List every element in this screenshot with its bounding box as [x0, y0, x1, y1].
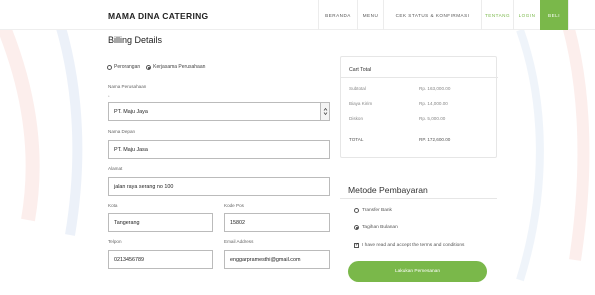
cart-subtotal-value: Rp. 163,000.00 [419, 86, 451, 91]
city-input[interactable]: Tangerang [108, 213, 213, 232]
top-navbar: MAMA DINA CATERING BERANDA MENU CEK STAT… [0, 0, 595, 30]
payment-title: Metode Pembayaran [348, 185, 428, 195]
receiver-label: Nama Depan [108, 129, 136, 134]
radio-perorangan[interactable] [107, 64, 112, 70]
cart-shipping-label: Biaya Kirim [349, 101, 373, 106]
customer-type-group: Perorangan Kerjasama Perusahaan [107, 64, 211, 70]
payment-divider [340, 198, 497, 199]
email-input[interactable]: enggarpramesthi@gmail.com [224, 250, 330, 269]
cart-discount-label: Diskon [349, 116, 364, 121]
postcode-input[interactable]: 15802 [224, 213, 330, 232]
radio-perorangan-label[interactable]: Perorangan [114, 64, 140, 70]
payment-option-monthly[interactable]: Tagihan Bulanan [354, 225, 398, 230]
address-label: Alamat [108, 166, 123, 171]
nav-spacer [568, 0, 595, 30]
place-order-button[interactable]: Lakukan Pemesanan [348, 261, 487, 282]
radio-kerjasama[interactable] [146, 64, 152, 70]
radio-kerjasama-label[interactable]: Kerjasama Perusahaan [153, 64, 205, 70]
address-input[interactable]: jalan raya serang no 100 [108, 177, 330, 196]
terms-checkbox[interactable] [354, 242, 359, 248]
nav-menu: BERANDA MENU CEK STATUS & KONFIRMASI TEN… [318, 0, 595, 30]
cart-total-label: TOTAL [349, 137, 364, 142]
city-label: Kota [108, 203, 118, 208]
cart-divider [341, 77, 498, 78]
nav-tentang[interactable]: TENTANG [481, 0, 513, 30]
nav-menu-link[interactable]: MENU [357, 0, 383, 30]
brand-logo[interactable]: MAMA DINA CATERING [108, 11, 208, 21]
company-label: Nama Perusahaan [108, 84, 147, 89]
cart-shipping-value: Rp. 14,000.00 [419, 101, 448, 106]
select-arrows-icon [320, 103, 329, 120]
cart-discount-value: Rp. 5,000.00 [419, 116, 446, 121]
phone-input[interactable]: 0213456789 [108, 250, 213, 269]
radio-tagihan-bulanan[interactable] [354, 225, 359, 230]
receiver-input[interactable]: PT. Maju Jasa [108, 140, 330, 159]
billing-title: Billing Details [108, 35, 163, 45]
cart-total-value: RP. 172,600.00 [419, 137, 451, 142]
cart-subtotal-label: Subtotal [349, 86, 366, 91]
payment-option-transfer[interactable]: Transfer Bank [354, 208, 392, 213]
company-select-value: PT. Maju Jaya [114, 108, 148, 115]
payment-option-monthly-label[interactable]: Tagihan Bulanan [362, 225, 398, 230]
payment-option-transfer-label[interactable]: Transfer Bank [362, 208, 392, 213]
terms-checkbox-row[interactable]: I have read and accept the terms and con… [354, 242, 464, 248]
nav-beranda[interactable]: BERANDA [318, 0, 357, 30]
nav-login[interactable]: LOGIN [513, 0, 540, 30]
radio-transfer-bank[interactable] [354, 208, 359, 213]
postcode-label: Kode Pos [224, 203, 244, 208]
company-select[interactable]: PT. Maju Jaya [108, 102, 330, 121]
cart-total-panel: Cart Total Subtotal Rp. 163,000.00 Biaya… [340, 56, 498, 158]
phone-label: Telpon [108, 239, 122, 244]
nav-cek-status[interactable]: CEK STATUS & KONFIRMASI [383, 0, 481, 30]
email-label: Email Address [224, 239, 254, 244]
required-marker: * [108, 94, 110, 99]
cart-title: Cart Total [349, 67, 372, 73]
nav-beli[interactable]: BELI [540, 0, 568, 30]
terms-label[interactable]: I have read and accept the terms and con… [362, 243, 464, 248]
